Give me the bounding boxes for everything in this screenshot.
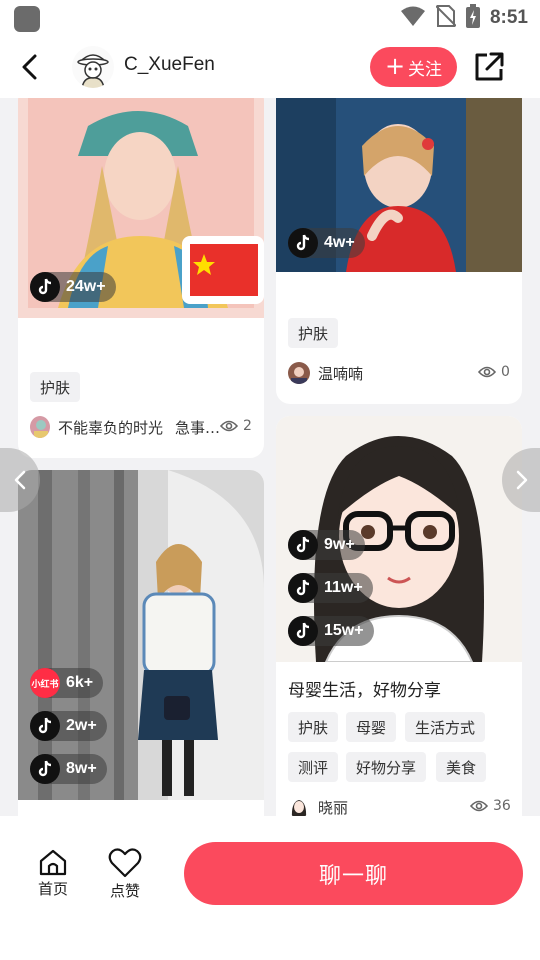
tag-chip[interactable]: 护肤 bbox=[30, 372, 81, 402]
view-count-value: 36 bbox=[493, 798, 511, 814]
eye-icon bbox=[470, 800, 488, 812]
eye-icon bbox=[220, 420, 238, 432]
author-extra: 急事… bbox=[174, 418, 220, 437]
view-count: 36 bbox=[470, 798, 511, 814]
tag-chip[interactable]: 好物分享 bbox=[346, 752, 427, 782]
home-icon bbox=[39, 849, 67, 876]
share-icon bbox=[475, 52, 504, 81]
tiktok-icon bbox=[30, 754, 60, 784]
badge-count: 9w+ bbox=[324, 536, 355, 553]
tag-chip[interactable]: 测评 bbox=[288, 752, 339, 782]
author-name: 晓丽 bbox=[318, 798, 349, 817]
tag-chip[interactable]: 美食 bbox=[436, 752, 487, 782]
post-card[interactable]: 24w+ 护肤 不能辜负的时光 急事… 2 bbox=[18, 98, 264, 458]
bottom-action-bar: 首页 点赞 聊一聊 bbox=[0, 816, 540, 960]
badge-count: 4w+ bbox=[324, 234, 355, 251]
eye-icon bbox=[478, 366, 496, 378]
follow-label: 关注 bbox=[408, 59, 443, 80]
tiktok-stat-badge: 4w+ bbox=[288, 228, 365, 258]
status-icons: 8:51 bbox=[400, 4, 528, 32]
post-feed[interactable]: 24w+ 护肤 不能辜负的时光 急事… 2 4w+ 护肤 温喃喃 0 小红书 6… bbox=[0, 98, 540, 816]
badge-count: 6k+ bbox=[66, 674, 94, 691]
back-arrow-icon bbox=[22, 54, 37, 80]
post-author[interactable]: 晓丽 bbox=[288, 796, 348, 816]
tiktok-icon bbox=[30, 272, 60, 302]
post-title: 母婴生活，好物分享 bbox=[288, 681, 441, 701]
heart-icon bbox=[108, 848, 142, 878]
author-avatar bbox=[30, 416, 50, 438]
author-name: 不能辜负的时光 bbox=[57, 418, 163, 437]
badge-count: 11w+ bbox=[324, 579, 363, 596]
tiktok-stat-badge: 11w+ bbox=[288, 573, 373, 603]
post-author[interactable]: 温喃喃 bbox=[288, 362, 363, 384]
post-image bbox=[18, 470, 264, 800]
plus-icon: + bbox=[384, 52, 406, 80]
tiktok-stat-badge: 8w+ bbox=[30, 754, 107, 784]
author-avatar bbox=[288, 796, 310, 816]
view-count: 2 bbox=[220, 418, 252, 434]
status-bar: 8:51 bbox=[0, 0, 540, 36]
home-label: 首页 bbox=[37, 880, 68, 898]
badge-count: 2w+ bbox=[66, 717, 97, 734]
badge-count: 8w+ bbox=[66, 760, 97, 777]
tiktok-icon bbox=[288, 530, 318, 560]
tiktok-icon bbox=[288, 616, 318, 646]
xiaohongshu-stat-badge: 小红书 6k+ bbox=[30, 668, 104, 698]
tiktok-stat-badge: 9w+ bbox=[288, 530, 365, 560]
tag-chip[interactable]: 护肤 bbox=[288, 318, 339, 348]
battery-icon bbox=[465, 4, 480, 32]
chat-button[interactable]: 聊一聊 bbox=[184, 842, 523, 905]
author-avatar bbox=[288, 362, 310, 384]
badge-count: 15w+ bbox=[324, 622, 364, 639]
follow-button[interactable]: + 关注 bbox=[370, 47, 457, 87]
tag-chip[interactable]: 护肤 bbox=[288, 712, 339, 742]
share-button[interactable] bbox=[472, 50, 506, 84]
home-nav-button[interactable]: 首页 bbox=[28, 848, 78, 899]
tag-chip[interactable]: 生活方式 bbox=[405, 712, 486, 742]
status-time: 8:51 bbox=[489, 7, 528, 28]
xiaohongshu-icon: 小红书 bbox=[30, 668, 60, 698]
view-count-value: 2 bbox=[243, 418, 252, 434]
tiktok-icon bbox=[288, 573, 318, 603]
post-card[interactable]: 9w+ 11w+ 15w+ 母婴生活，好物分享 护肤 母婴 生活方式 测评 好物… bbox=[276, 416, 522, 816]
like-nav-button[interactable]: 点赞 bbox=[100, 848, 150, 901]
tiktok-stat-badge: 2w+ bbox=[30, 711, 107, 741]
chevron-right-icon bbox=[516, 470, 528, 490]
wifi-icon bbox=[400, 5, 426, 31]
profile-header: C_XueFen + 关注 bbox=[0, 36, 540, 98]
badge-count: 24w+ bbox=[66, 278, 106, 295]
tiktok-stat-badge: 24w+ bbox=[30, 272, 116, 302]
avatar[interactable] bbox=[72, 46, 114, 88]
chevron-left-icon bbox=[14, 470, 26, 490]
post-card[interactable]: 小红书 6k+ 2w+ 8w+ bbox=[18, 470, 264, 816]
tiktok-icon bbox=[30, 711, 60, 741]
app-notification-icon bbox=[14, 6, 40, 32]
no-sim-icon bbox=[435, 4, 457, 32]
post-author[interactable]: 不能辜负的时光 急事… bbox=[30, 416, 220, 438]
username: C_XueFen bbox=[124, 54, 215, 75]
tiktok-icon bbox=[288, 228, 318, 258]
author-name: 温喃喃 bbox=[318, 364, 364, 383]
post-card[interactable]: 4w+ 护肤 温喃喃 0 bbox=[276, 98, 522, 404]
view-count: 0 bbox=[478, 364, 510, 380]
tiktok-stat-badge: 15w+ bbox=[288, 616, 374, 646]
tag-chip[interactable]: 母婴 bbox=[346, 712, 397, 742]
view-count-value: 0 bbox=[501, 364, 510, 380]
like-label: 点赞 bbox=[109, 882, 140, 900]
back-button[interactable] bbox=[14, 50, 46, 84]
